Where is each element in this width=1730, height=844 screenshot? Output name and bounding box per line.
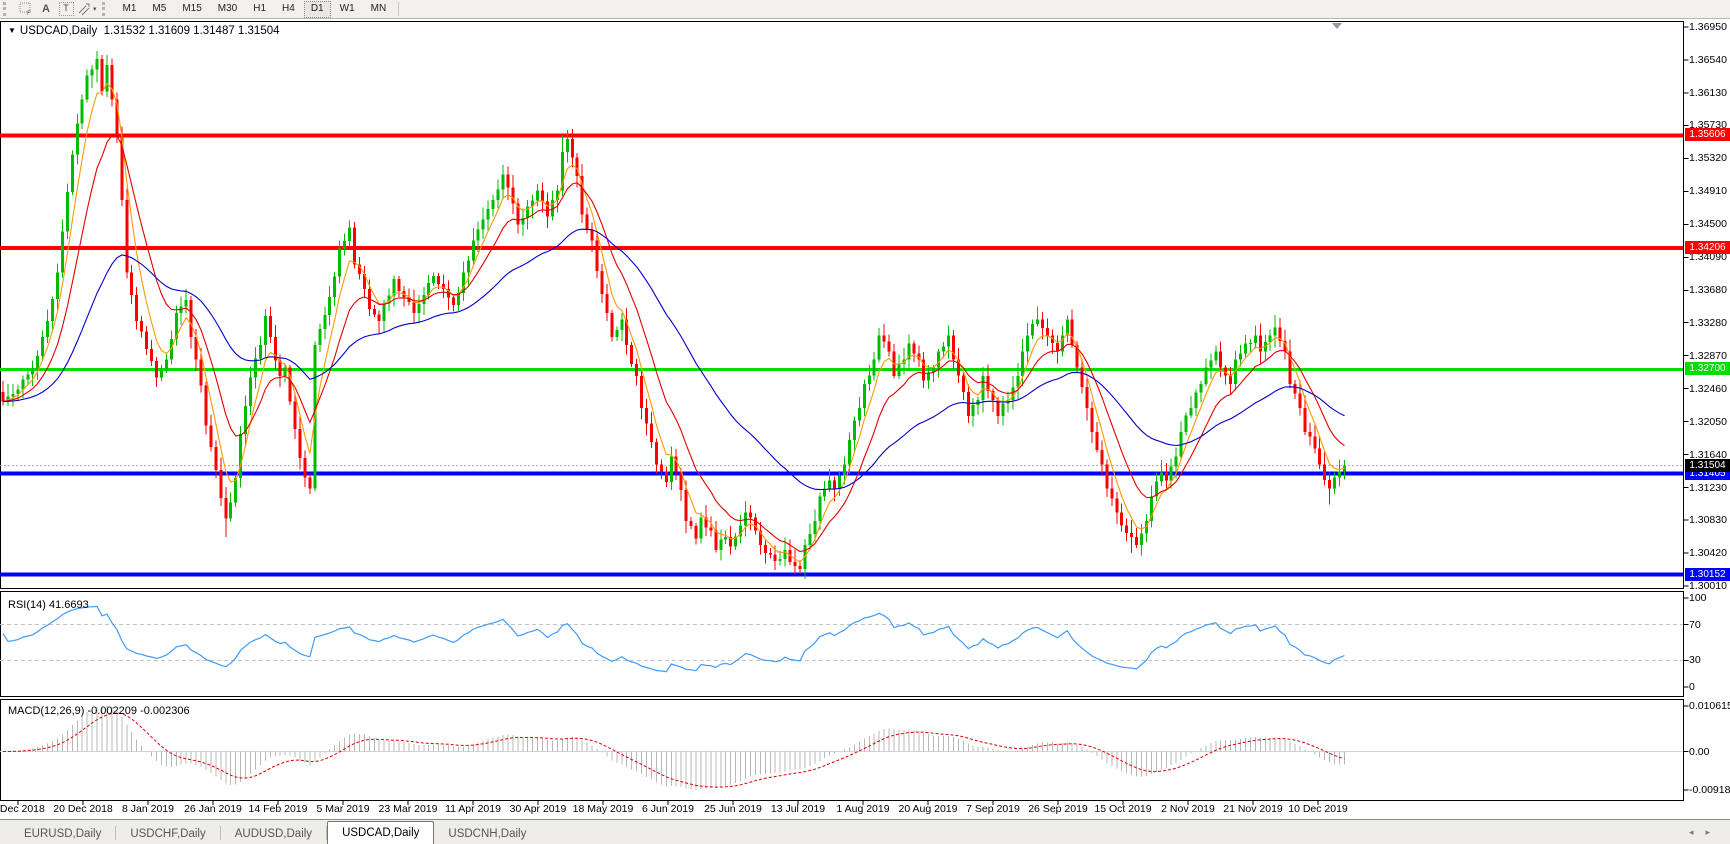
tab-audusd[interactable]: AUDUSD,Daily bbox=[221, 824, 326, 844]
chart-shift-marker-icon[interactable] bbox=[1332, 23, 1342, 29]
chart-canvas[interactable] bbox=[0, 0, 1730, 820]
trading-platform-window: F A T ▾ M1M5M15M30H1H4D1W1MN ▼USDCAD,Dai… bbox=[0, 0, 1730, 844]
rsi-line bbox=[3, 606, 1345, 671]
candlestick-series bbox=[2, 51, 1346, 579]
macd-histogram bbox=[3, 706, 1344, 790]
tab-usdchf[interactable]: USDCHF,Daily bbox=[116, 824, 219, 844]
macd-signal-line bbox=[3, 713, 1345, 787]
ma-mid-line bbox=[3, 135, 1345, 551]
ma-slow-line bbox=[3, 229, 1345, 489]
chart-tab-bar: ◂▸ EURUSD,DailyUSDCHF,DailyAUDUSD,DailyU… bbox=[0, 819, 1730, 844]
tab-scroll-arrows[interactable]: ◂▸ bbox=[1689, 827, 1722, 838]
scroll-left-icon[interactable]: ◂ bbox=[1689, 827, 1706, 837]
tab-usdcnh[interactable]: USDCNH,Daily bbox=[434, 824, 540, 844]
tab-usdcad[interactable]: USDCAD,Daily bbox=[327, 821, 434, 844]
tab-eurusd[interactable]: EURUSD,Daily bbox=[10, 824, 115, 844]
scroll-right-icon[interactable]: ▸ bbox=[1705, 827, 1722, 837]
ma-fast-line bbox=[3, 84, 1345, 563]
